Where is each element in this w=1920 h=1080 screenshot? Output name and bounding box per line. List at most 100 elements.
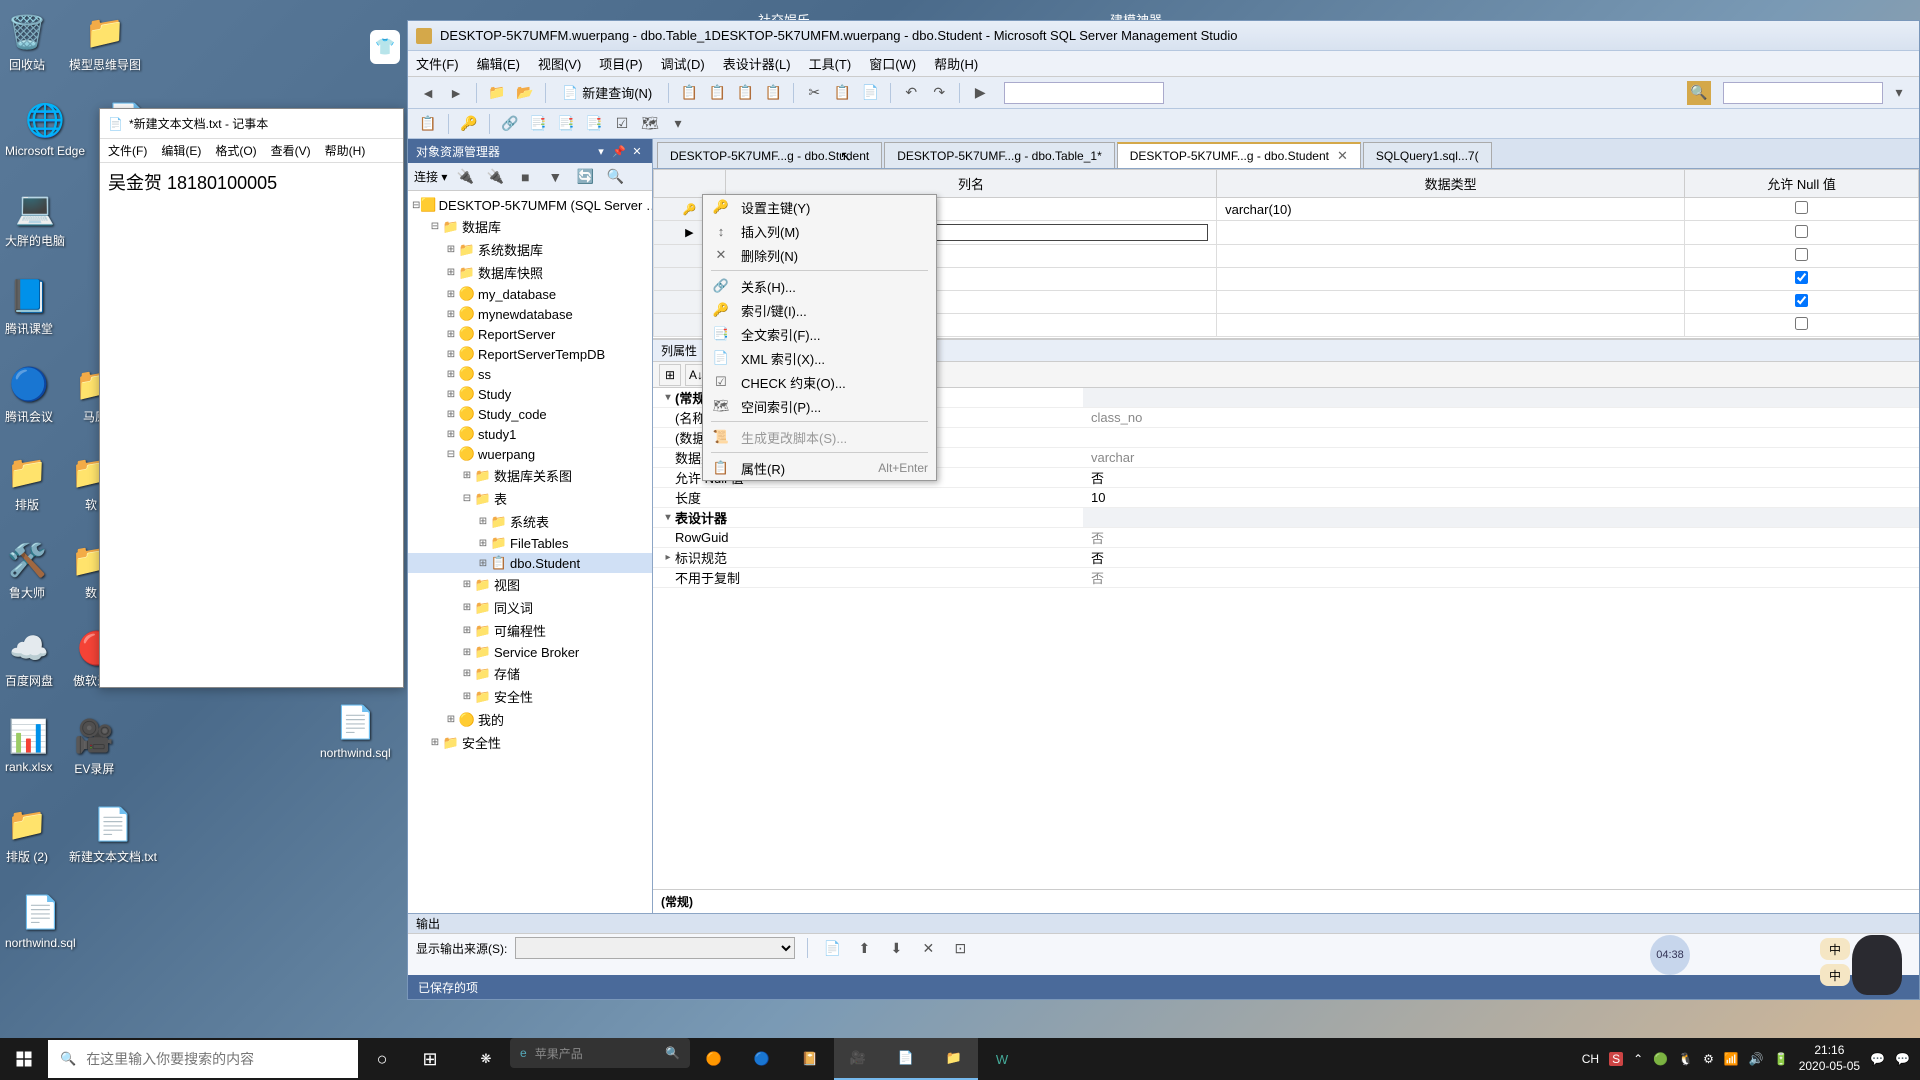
taskbar-clock[interactable]: 21:16 2020-05-05 [1799,1043,1860,1074]
tb-app-recorder[interactable]: 🎥 [834,1038,882,1080]
oe-tb-5[interactable]: 🔄 [573,165,597,189]
tree-node[interactable]: ⊞📁数据库快照 [408,261,652,284]
desktop-icon[interactable]: 🔵腾讯会议 [5,362,53,425]
context-menu-item[interactable]: ↕插入列(M) [703,219,936,243]
desktop-icon[interactable]: 🎥EV录屏 [72,714,116,777]
ssms-find-input[interactable] [1723,82,1883,104]
tb2-7[interactable]: ☑ [610,112,634,136]
allow-null-checkbox[interactable] [1795,225,1808,238]
ssms-menu-item[interactable]: 帮助(H) [934,54,978,73]
tb-app-qq[interactable]: 🔵 [738,1038,786,1080]
notepad-menu-item[interactable]: 查看(V) [271,142,311,159]
back-button[interactable]: ◄ [416,81,440,105]
find-button[interactable]: 🔍 [1687,81,1711,105]
context-menu-item[interactable]: 🔗关系(H)... [703,274,936,298]
oe-tb-6[interactable]: 🔍 [603,165,627,189]
forward-button[interactable]: ► [444,81,468,105]
ssms-menu-item[interactable]: 文件(F) [416,54,459,73]
tb-music-search[interactable]: e 苹果产品 🔍 [510,1038,690,1068]
desktop-icon[interactable]: 📁模型思维导图 [69,10,141,73]
notepad-menu-item[interactable]: 格式(O) [215,142,256,159]
copy-button[interactable]: 📋 [830,81,854,105]
out-btn-2[interactable]: ⬆ [852,936,876,960]
ssms-menu-item[interactable]: 窗口(W) [869,54,916,73]
tree-node[interactable]: ⊞📁同义词 [408,596,652,619]
desktop-icon[interactable]: ☁️百度网盘 [5,626,53,689]
tb-app-notepad[interactable]: 📄 [882,1038,930,1080]
tree-node[interactable]: ⊞📁视图 [408,573,652,596]
tree-node[interactable]: ⊞🟡Study_code [408,404,652,424]
tb2-5[interactable]: 📑 [554,112,578,136]
notepad-titlebar[interactable]: 📄 *新建文本文档.txt - 记事本 [100,109,403,139]
tb2-1[interactable]: 📋 [416,112,440,136]
ime-indicator-2[interactable]: S [1609,1052,1623,1066]
allow-null-checkbox[interactable] [1795,317,1808,330]
notepad-menu-item[interactable]: 帮助(H) [325,142,366,159]
tree-node[interactable]: ⊞📁存储 [408,662,652,685]
notepad-menu-item[interactable]: 文件(F) [108,142,147,159]
tb-btn-4[interactable]: 📋 [761,81,785,105]
notification-icon-2[interactable]: 💬 [1895,1052,1910,1066]
ssms-titlebar[interactable]: DESKTOP-5K7UMFM.wuerpang - dbo.Table_1DE… [408,21,1919,51]
ssms-menu-item[interactable]: 项目(P) [599,54,642,73]
out-btn-4[interactable]: ✕ [916,936,940,960]
property-row[interactable]: ▸标识规范否 [653,548,1919,568]
property-row[interactable]: ▾表设计器 [653,508,1919,528]
cortana-button[interactable]: ○ [358,1038,406,1080]
designer-tab[interactable]: DESKTOP-5K7UMF...g - dbo.Student✕ [1117,142,1361,168]
tree-node[interactable]: ⊟📁数据库 [408,215,652,238]
tree-node[interactable]: ⊞🟡ReportServerTempDB [408,344,652,364]
oe-tb-2[interactable]: 🔌 [483,165,507,189]
oe-pin-icon[interactable]: 📌 [612,144,626,158]
ssms-menu-item[interactable]: 工具(T) [809,54,852,73]
tb-app-wps[interactable]: W [978,1038,1026,1080]
speech-bubble-2[interactable]: 中 [1820,964,1850,986]
tree-node[interactable]: ⊟🟨DESKTOP-5K7UMFM (SQL Server … [408,195,652,215]
redo-button[interactable]: ↷ [927,81,951,105]
tree-node[interactable]: ⊞📁安全性 [408,685,652,708]
hanger-widget[interactable]: 👕 [370,30,400,64]
allow-null-checkbox[interactable] [1795,271,1808,284]
allow-null-checkbox[interactable] [1795,201,1808,214]
desktop-icon[interactable]: 📄northwind.sql [5,890,76,950]
tree-node[interactable]: ⊞📁系统数据库 [408,238,652,261]
property-row[interactable]: 长度10 [653,488,1919,508]
tb-app-1[interactable]: ❋ [462,1038,510,1080]
tree-node[interactable]: ⊞🟡my_database [408,284,652,304]
context-menu-item[interactable]: ☑CHECK 约束(O)... [703,370,936,394]
ime-indicator[interactable]: CH [1582,1052,1599,1066]
paste-button[interactable]: 📄 [858,81,882,105]
out-btn-1[interactable]: 📄 [820,936,844,960]
out-btn-3[interactable]: ⬇ [884,936,908,960]
tree-node[interactable]: ⊞📁FileTables [408,533,652,553]
desktop-icon[interactable]: 🗑️回收站 [5,10,49,73]
tray-icon-3[interactable]: ⚙ [1703,1052,1714,1066]
tree-node[interactable]: ⊞📁安全性 [408,731,652,754]
property-row[interactable]: RowGuid否 [653,528,1919,548]
tray-icon-1[interactable]: 🟢 [1653,1052,1668,1066]
desktop-icon[interactable]: 📄northwind.sql [320,700,391,760]
tb2-dropdown[interactable]: ▾ [666,112,690,136]
tree-node[interactable]: ⊞📁数据库关系图 [408,464,652,487]
desktop-icon[interactable]: 📘腾讯课堂 [5,274,53,337]
mascot[interactable] [1852,935,1902,995]
oe-tb-3[interactable]: ■ [513,165,537,189]
taskbar-search-input[interactable] [86,1051,346,1067]
tree-node[interactable]: ⊞🟡study1 [408,424,652,444]
oe-tb-4[interactable]: ▼ [543,165,567,189]
tree-node[interactable]: ⊞🟡ss [408,364,652,384]
ssms-combo[interactable] [1004,82,1164,104]
tree-node[interactable]: ⊞🟡Study [408,384,652,404]
tb-app-weather[interactable]: 🟠 [690,1038,738,1080]
allow-null-checkbox[interactable] [1795,248,1808,261]
designer-tab[interactable]: DESKTOP-5K7UMF...g - dbo.Student [657,142,882,168]
tree-node[interactable]: ⊞📁可编程性 [408,619,652,642]
tree-node[interactable]: ⊞📁Service Broker [408,642,652,662]
desktop-icon[interactable]: 🛠️鲁大师 [5,538,49,601]
tree-node[interactable]: ⊞🟡ReportServer [408,324,652,344]
oe-connect-button[interactable]: 连接 ▾ [414,168,447,185]
tray-icon-2[interactable]: 🐧 [1678,1052,1693,1066]
property-row[interactable]: 不用于复制否 [653,568,1919,588]
context-menu-item[interactable]: 🔑索引/键(I)... [703,298,936,322]
context-menu-item[interactable]: 🗺空间索引(P)... [703,394,936,418]
